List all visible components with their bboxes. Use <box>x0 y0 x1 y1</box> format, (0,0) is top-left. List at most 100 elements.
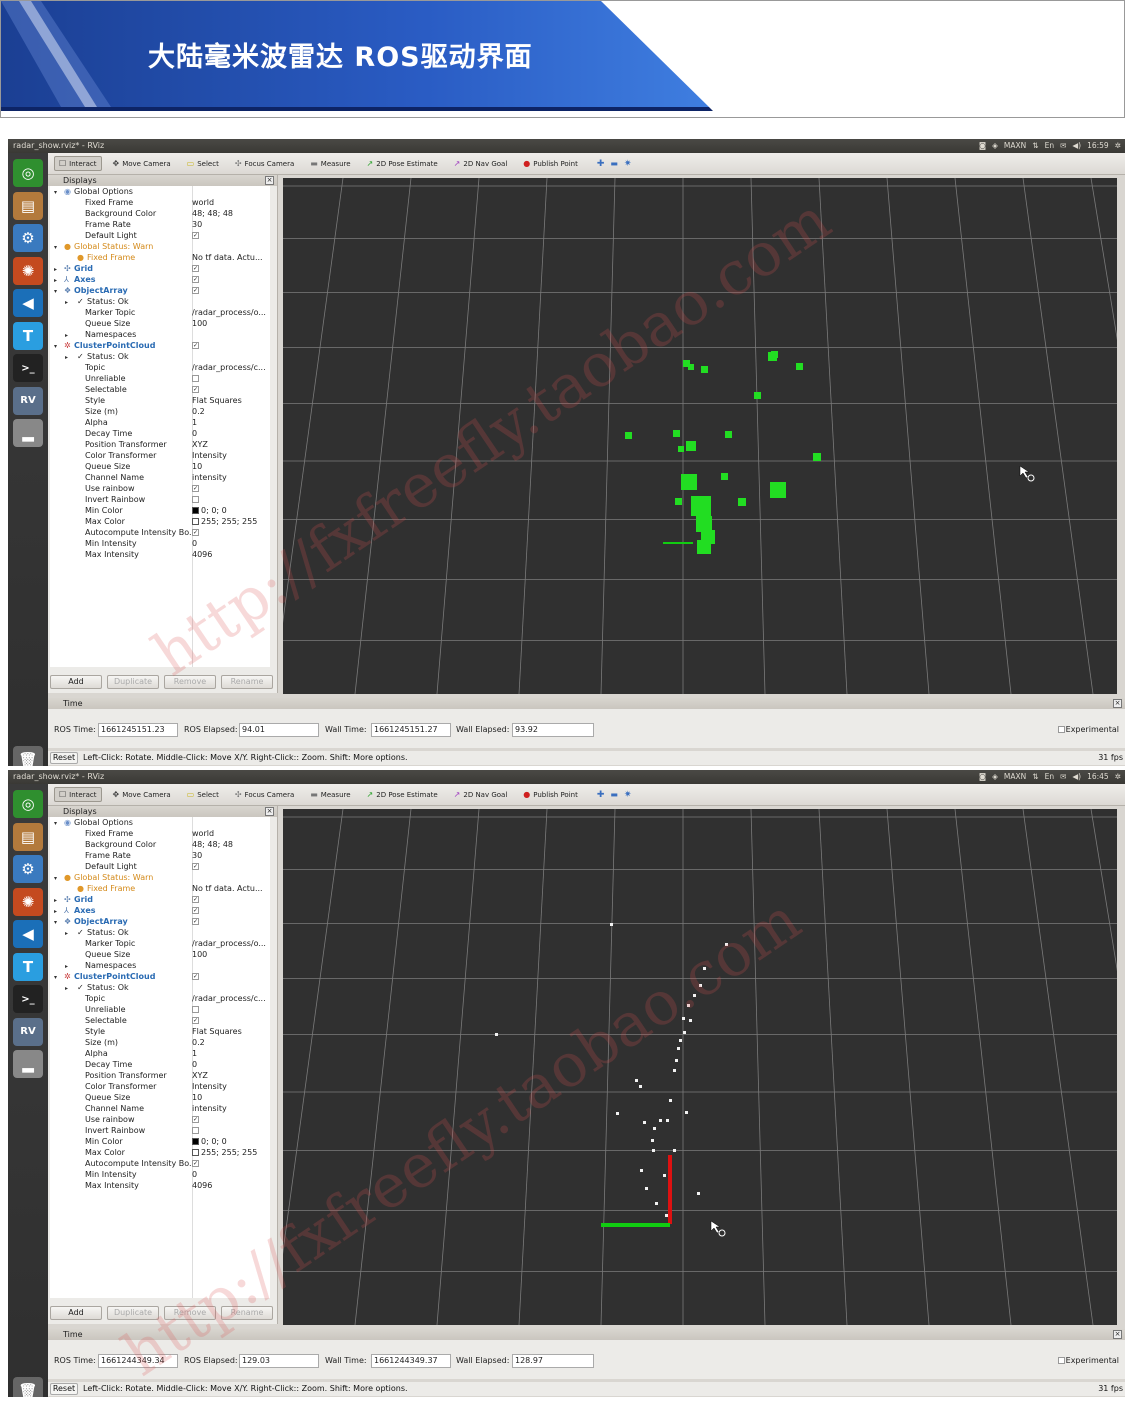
tree-row[interactable]: Style Flat Squares <box>50 1026 270 1037</box>
tree-row-value[interactable]: ✓ <box>192 285 270 296</box>
keyboard-layout-icon[interactable]: En <box>1045 139 1055 153</box>
tree-row[interactable]: ▸ ✓ Status: Ok <box>50 982 270 993</box>
tool-2d-nav-goal[interactable]: ↗ 2D Nav Goal <box>449 156 513 171</box>
tree-row[interactable]: ▸ ✣ Grid ✓ <box>50 263 270 274</box>
tool-select[interactable]: ▭ Select <box>182 156 224 171</box>
settings-icon[interactable]: ✲ <box>1115 139 1121 153</box>
reset-button[interactable]: Reset <box>50 752 78 764</box>
wall-elapsed-field[interactable]: 93.92 <box>512 723 594 737</box>
tree-row-value[interactable]: ✓ <box>192 971 270 982</box>
wall-time-field[interactable]: 1661244349.37 <box>371 1354 451 1368</box>
tree-row[interactable]: Min Intensity 0 <box>50 1169 270 1180</box>
tree-row-value[interactable]: ✓ <box>192 340 270 351</box>
tree-row[interactable]: Min Color 0; 0; 0 <box>50 1136 270 1147</box>
files-icon[interactable]: ▤ <box>13 191 43 220</box>
tree-row[interactable]: Marker Topic/radar_process/o... <box>50 307 270 318</box>
checkbox[interactable]: ✓ <box>192 232 199 239</box>
tool-properties-icon[interactable]: ✷ <box>624 790 632 800</box>
tree-row[interactable]: Size (m) 0.2 <box>50 1037 270 1048</box>
settings-icon[interactable]: ✺ <box>13 256 43 285</box>
add-tool-icon[interactable]: ✚ <box>597 159 605 169</box>
teamviewer-icon[interactable]: T <box>13 952 43 981</box>
tree-row[interactable]: Background Color 48; 48; 48 <box>50 208 270 219</box>
keyboard-layout-icon[interactable]: En <box>1045 770 1055 784</box>
remove-button[interactable]: Remove <box>164 675 216 689</box>
tree-row[interactable]: Default Light ✓ <box>50 230 270 241</box>
tree-row[interactable]: Min Color 0; 0; 0 <box>50 505 270 516</box>
tree-row[interactable]: Invert Rainbow <box>50 1125 270 1136</box>
trash-icon[interactable]: 🗑 <box>13 746 43 766</box>
tree-row[interactable]: Use rainbow ✓ <box>50 1114 270 1125</box>
tree-row[interactable]: Marker Topic/radar_process/o... <box>50 938 270 949</box>
render-view[interactable] <box>283 809 1117 1325</box>
tree-row-value[interactable]: ✓ <box>192 274 270 285</box>
tree-row[interactable]: ● Fixed Frame No tf data. Actu... <box>50 252 270 263</box>
tree-row-value[interactable]: ✓ <box>192 1015 270 1026</box>
add-button[interactable]: Add <box>50 675 102 689</box>
tree-row-value[interactable]: ✓ <box>192 916 270 927</box>
tree-row[interactable]: Min Intensity 0 <box>50 538 270 549</box>
tree-row[interactable]: Selectable ✓ <box>50 1015 270 1026</box>
tool-2d-pose-estimate[interactable]: ↗ 2D Pose Estimate <box>362 787 443 802</box>
checkbox[interactable]: ✓ <box>192 918 199 925</box>
tree-row[interactable]: Position Transformer XYZ <box>50 439 270 450</box>
tree-row[interactable]: Color Transformer Intensity <box>50 1081 270 1092</box>
rename-button[interactable]: Rename <box>221 675 273 689</box>
tree-row[interactable]: Topic/radar_process/c... <box>50 362 270 373</box>
mail-icon[interactable]: ✉ <box>1060 770 1066 784</box>
tree-row[interactable]: ▸ ⅄ Axes ✓ <box>50 274 270 285</box>
tree-row[interactable]: ▾ ❖ ObjectArray ✓ <box>50 916 270 927</box>
tree-row[interactable]: Max Color 255; 255; 255 <box>50 1147 270 1158</box>
mail-icon[interactable]: ✉ <box>1060 139 1066 153</box>
settings-icon[interactable]: ✲ <box>1115 770 1121 784</box>
checkbox[interactable]: ✓ <box>192 1017 199 1024</box>
tree-row[interactable]: Selectable ✓ <box>50 384 270 395</box>
checkbox[interactable]: ✓ <box>192 342 199 349</box>
tree-row[interactable]: ▸ Namespaces <box>50 960 270 971</box>
tree-row[interactable]: Color Transformer Intensity <box>50 450 270 461</box>
tool-2d-pose-estimate[interactable]: ↗ 2D Pose Estimate <box>362 156 443 171</box>
tool-properties-icon[interactable]: ✷ <box>624 159 632 169</box>
tree-row[interactable]: ▾ ◉ Global Options <box>50 186 270 197</box>
checkbox[interactable] <box>192 375 199 382</box>
tree-row[interactable]: Invert Rainbow <box>50 494 270 505</box>
checkbox[interactable]: ✓ <box>192 896 199 903</box>
volume-icon[interactable]: ◀) <box>1072 770 1081 784</box>
reset-button[interactable]: Reset <box>50 1383 78 1395</box>
tree-row[interactable]: Background Color 48; 48; 48 <box>50 839 270 850</box>
dash-icon[interactable]: ◎ <box>13 159 43 187</box>
add-button[interactable]: Add <box>50 1306 102 1320</box>
trash-icon[interactable]: 🗑 <box>13 1377 43 1397</box>
tree-row-value[interactable]: ✓ <box>192 483 270 494</box>
tree-row[interactable]: ▾ ◉ Global Options <box>50 817 270 828</box>
tree-row[interactable]: Default Light ✓ <box>50 861 270 872</box>
tree-row[interactable]: ▸ ✓ Status: Ok <box>50 927 270 938</box>
duplicate-button[interactable]: Duplicate <box>107 675 159 689</box>
checkbox[interactable]: ✓ <box>192 907 199 914</box>
tree-row[interactable]: Channel Name intensity <box>50 1103 270 1114</box>
tree-row[interactable]: Style Flat Squares <box>50 395 270 406</box>
close-time-panel-icon[interactable]: × <box>1113 1330 1122 1339</box>
close-panel-icon[interactable]: × <box>265 176 274 185</box>
video-icon[interactable]: ◙ <box>979 139 986 153</box>
tree-row[interactable]: ▾ ● Global Status: Warn <box>50 872 270 883</box>
tree-row-value[interactable]: ✓ <box>192 1114 270 1125</box>
checkbox[interactable]: ✓ <box>192 1116 199 1123</box>
tree-row[interactable]: ▾ ✲ ClusterPointCloud ✓ <box>50 340 270 351</box>
tree-row-value[interactable] <box>192 1004 270 1015</box>
tree-row[interactable]: Max Intensity 4096 <box>50 549 270 560</box>
tree-row[interactable]: Queue Size 100 <box>50 318 270 329</box>
tools-icon[interactable]: ⚙ <box>13 224 43 252</box>
drive-icon[interactable]: ▂ <box>13 1050 43 1078</box>
clock[interactable]: 16:59 <box>1087 139 1109 153</box>
remove-button[interactable]: Remove <box>164 1306 216 1320</box>
nvidia-icon[interactable]: ◈ <box>992 139 998 153</box>
network-icon[interactable]: ⇅ <box>1032 770 1038 784</box>
power-mode-label[interactable]: MAXN <box>1004 770 1026 784</box>
volume-icon[interactable]: ◀) <box>1072 139 1081 153</box>
tree-row[interactable]: Size (m) 0.2 <box>50 406 270 417</box>
rviz-icon[interactable]: RV <box>13 1017 43 1046</box>
checkbox[interactable] <box>192 1006 199 1013</box>
close-time-panel-icon[interactable]: × <box>1113 699 1122 708</box>
tree-row[interactable]: Frame Rate 30 <box>50 219 270 230</box>
